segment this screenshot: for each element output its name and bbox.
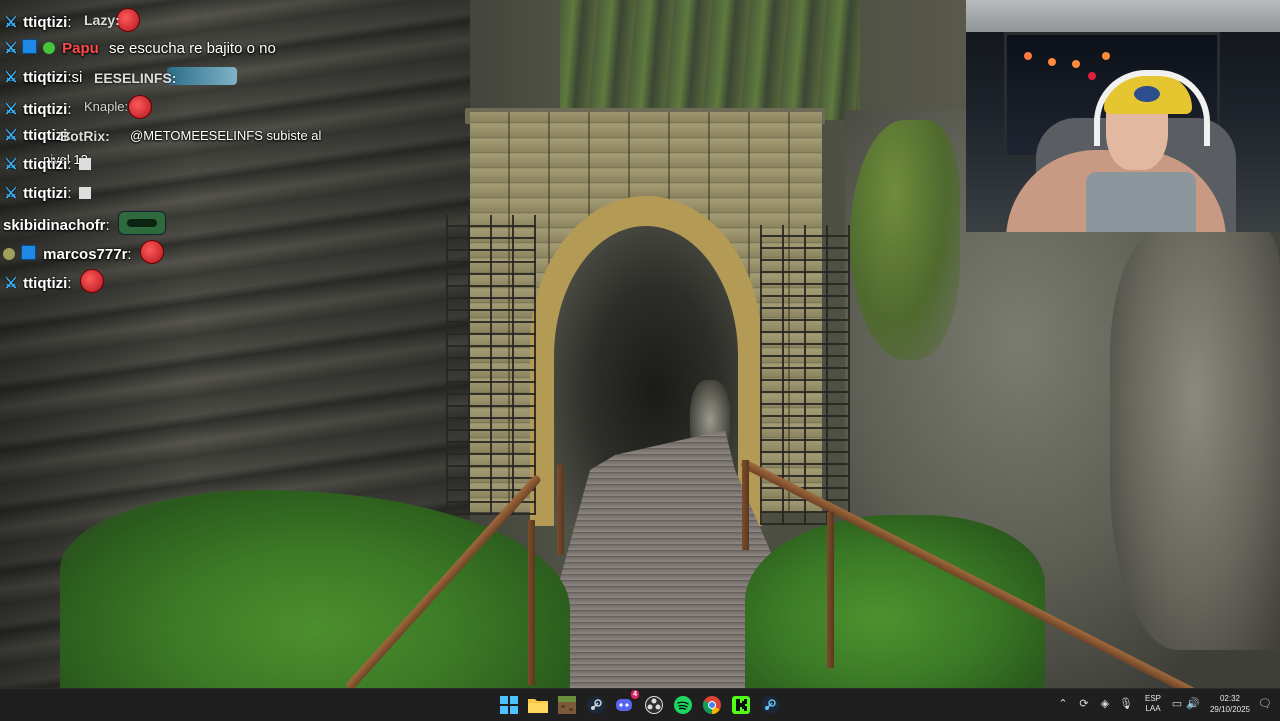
chat-message: ⚔ ttiqtizi: bbox=[0, 269, 360, 298]
chrome-icon[interactable] bbox=[700, 693, 724, 717]
language-code: ESP bbox=[1144, 694, 1161, 703]
red-emote-icon bbox=[139, 240, 164, 264]
volume-icon[interactable]: 🔊 bbox=[1186, 697, 1200, 711]
rock-boulder-right bbox=[1110, 230, 1280, 650]
chat-message: skibidinachofr: bbox=[0, 211, 360, 240]
chat-text: se escucha re bajito o no bbox=[109, 40, 276, 57]
sword-badge-icon: ⚔ bbox=[4, 156, 18, 173]
discord-icon[interactable]: 4 bbox=[613, 690, 639, 717]
chat-username: Papu bbox=[62, 40, 99, 57]
chat-separator: : bbox=[67, 156, 72, 173]
kick-icon[interactable] bbox=[729, 693, 753, 717]
decor-light bbox=[1102, 52, 1110, 60]
small-emote-icon bbox=[78, 187, 91, 199]
decor-light bbox=[1072, 60, 1080, 68]
chat-message: ⚔ ttiqtizi:si EESELINFS: bbox=[0, 66, 360, 95]
badge-icon bbox=[43, 42, 55, 54]
chat-message: ⚔ Papu se escucha re bajito o no bbox=[0, 37, 360, 66]
chevron-up-icon[interactable]: ⌃ bbox=[1056, 697, 1070, 711]
chat-username: ttiqtizi bbox=[23, 14, 68, 31]
overlapped-username: EESELINFS: bbox=[94, 70, 177, 86]
language-indicator[interactable]: ESP LAA bbox=[1140, 694, 1166, 714]
chat-separator: : bbox=[67, 14, 72, 31]
badge-icon bbox=[3, 248, 15, 260]
file-explorer-icon[interactable] bbox=[526, 693, 550, 717]
steam-icon[interactable] bbox=[584, 693, 608, 717]
windows-start-icon[interactable] bbox=[497, 693, 521, 717]
chat-separator: : bbox=[127, 246, 132, 263]
system-clock[interactable]: 02:32 29/10/2025 bbox=[1200, 693, 1260, 715]
red-emote-icon bbox=[127, 95, 152, 119]
decor-light bbox=[1088, 72, 1096, 80]
notification-icon[interactable]: 🗨 bbox=[1258, 697, 1272, 711]
microphone-icon[interactable]: 🎙 bbox=[1119, 697, 1133, 711]
overlapped-username: Knaple: bbox=[84, 99, 129, 114]
clock-time: 02:32 bbox=[1219, 694, 1241, 703]
windows-taskbar: 4 ⌃ ⟳ ◈ 🎙 ESP LAA ▭ 🔊 02:32 29/10/2025 🗨 bbox=[0, 688, 1280, 721]
rail-post bbox=[742, 460, 749, 550]
chat-username: ttiqtizi bbox=[23, 275, 68, 292]
chat-username: ttiqtizi bbox=[23, 69, 68, 86]
chat-username: ttiqtizi bbox=[23, 185, 68, 202]
moss-patch bbox=[850, 120, 960, 360]
chat-separator: : bbox=[105, 217, 110, 234]
sword-badge-icon: ⚔ bbox=[4, 14, 18, 31]
webcam-ceiling bbox=[966, 0, 1280, 32]
small-emote-icon bbox=[78, 158, 91, 170]
sword-badge-icon: ⚔ bbox=[4, 185, 18, 202]
rail-post bbox=[557, 465, 564, 555]
decor-light bbox=[1024, 52, 1032, 60]
sync-icon[interactable]: ⟳ bbox=[1077, 697, 1091, 711]
chat-separator: : bbox=[67, 185, 72, 202]
streamer-shirt bbox=[1086, 172, 1196, 232]
chat-message: ⚔ ttiqtizi: bbox=[0, 153, 360, 182]
stream-chat: ⚔ ttiqtizi: Lazy: ⚔ Papu se escucha re b… bbox=[0, 8, 360, 298]
chat-message: ⚔ ttiqtizi: BotRix: @METOMEESELINFS subi… bbox=[0, 124, 360, 167]
chat-message: ⚔ ttiqtizi: bbox=[0, 182, 360, 211]
discord-notification-badge: 4 bbox=[631, 690, 639, 699]
decor-light bbox=[1048, 58, 1056, 66]
sword-badge-icon: ⚔ bbox=[4, 40, 18, 57]
sword-badge-icon: ⚔ bbox=[4, 275, 18, 292]
shield-icon[interactable]: ◈ bbox=[1098, 697, 1112, 711]
green-emote-icon bbox=[117, 211, 166, 235]
chat-username: skibidinachofr bbox=[3, 217, 106, 234]
rail-post bbox=[528, 520, 535, 685]
minecraft-icon[interactable] bbox=[555, 693, 579, 717]
network-icon[interactable]: ▭ bbox=[1170, 697, 1184, 711]
sword-badge-icon: ⚔ bbox=[4, 127, 18, 144]
chat-separator: : bbox=[67, 101, 72, 118]
chat-separator: : bbox=[67, 275, 72, 292]
rail-post bbox=[827, 512, 834, 668]
mossy-rock-top bbox=[560, 0, 860, 120]
chat-message: ⚔ ttiqtizi: Knaple: bbox=[0, 95, 360, 124]
iron-gate-left bbox=[446, 215, 536, 515]
chat-username: marcos777r bbox=[43, 246, 128, 263]
chat-text: si bbox=[71, 69, 83, 86]
spotify-icon[interactable] bbox=[671, 693, 695, 717]
sword-badge-icon: ⚔ bbox=[4, 69, 18, 86]
chat-message: marcos777r: bbox=[0, 240, 360, 269]
obs-icon[interactable] bbox=[642, 693, 666, 717]
sword-badge-icon: ⚔ bbox=[4, 101, 18, 118]
overlapped-username: Lazy: bbox=[84, 12, 120, 28]
cube-badge-icon bbox=[22, 39, 37, 54]
teal-emote-icon bbox=[166, 67, 237, 85]
steam-icon-2[interactable] bbox=[758, 693, 782, 717]
webcam-overlay bbox=[966, 0, 1280, 232]
red-emote-icon bbox=[79, 269, 104, 293]
chat-username: ttiqtizi bbox=[23, 101, 68, 118]
cube-badge-icon bbox=[21, 245, 36, 260]
clock-date: 29/10/2025 bbox=[1209, 705, 1251, 714]
chat-message: ⚔ ttiqtizi: Lazy: bbox=[0, 8, 360, 37]
keyboard-layout: LAA bbox=[1145, 704, 1161, 713]
chat-username: ttiqtizi bbox=[23, 156, 68, 173]
